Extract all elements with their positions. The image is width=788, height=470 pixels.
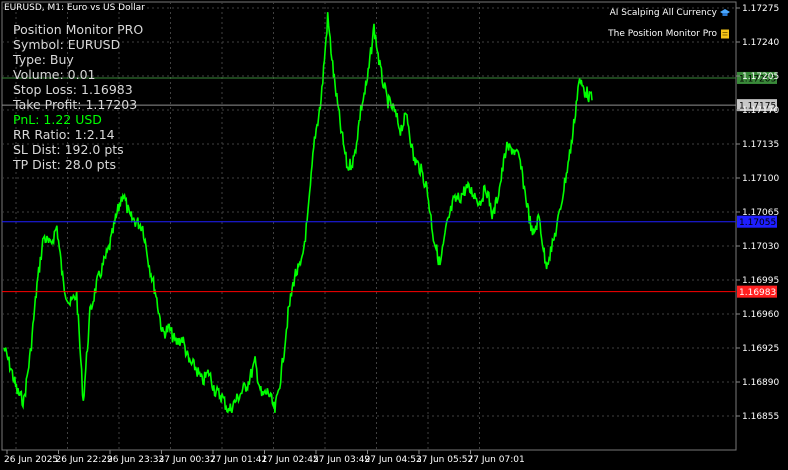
panel-title: Position Monitor PRO xyxy=(13,22,144,37)
y-tick-label: 1.17170 xyxy=(742,106,779,116)
panel-stop-loss: Stop Loss: 1.16983 xyxy=(13,82,133,97)
y-tick-label: 1.17100 xyxy=(742,174,779,184)
panel-tp-dist: TP Dist: 28.0 pts xyxy=(13,157,116,172)
panel-take-profit: Take Profit: 1.17203 xyxy=(13,97,138,112)
x-tick-label: 27 Jun 01:41 xyxy=(210,455,267,465)
y-tick-label: 1.16960 xyxy=(742,310,779,320)
x-tick-label: 27 Jun 07:01 xyxy=(468,455,525,465)
y-tick-label: 1.17135 xyxy=(742,140,779,150)
x-tick-label: 26 Jun 23:33 xyxy=(107,455,164,465)
panel-volume: Volume: 0.01 xyxy=(13,67,96,82)
x-tick-label: 27 Jun 02:45 xyxy=(262,455,319,465)
y-tick-label: 1.17240 xyxy=(742,38,779,48)
y-tick-label: 1.17030 xyxy=(742,242,779,252)
x-tick-label: 27 Jun 03:49 xyxy=(313,455,370,465)
panel-sl-dist: SL Dist: 192.0 pts xyxy=(13,142,124,157)
indicator-ai-scalping[interactable]: AI Scalping All Currency xyxy=(610,8,730,18)
y-tick-label: 1.16925 xyxy=(742,344,779,354)
y-tick-label: 1.16995 xyxy=(742,276,779,286)
graduation-cap-icon xyxy=(720,9,730,16)
y-tick-label: 1.17275 xyxy=(742,4,779,14)
panel-symbol: Symbol: EURUSD xyxy=(13,37,121,52)
panel-pnl: PnL: 1.22 USD xyxy=(13,112,102,127)
y-tick-label: 1.17065 xyxy=(742,208,779,218)
indicator-label: The Position Monitor Pro xyxy=(608,29,717,39)
x-tick-label: 26 Jun 2025 xyxy=(4,455,58,465)
blue-level-label: 1.17055 xyxy=(739,218,776,228)
x-tick-label: 27 Jun 00:37 xyxy=(159,455,216,465)
x-tick-label: 27 Jun 05:57 xyxy=(416,455,473,465)
note-icon xyxy=(721,29,729,39)
chart-header-title: EURUSD, M1: Euro vs US Dollar xyxy=(4,3,145,13)
y-tick-label: 1.16890 xyxy=(742,378,779,388)
y-tick-label: 1.17205 xyxy=(742,72,779,82)
position-monitor-panel: Position Monitor PRO Symbol: EURUSD Type… xyxy=(13,22,143,172)
x-tick-label: 26 Jun 22:29 xyxy=(56,455,113,465)
panel-type: Type: Buy xyxy=(13,52,74,67)
stop-loss-label: 1.16983 xyxy=(739,288,776,298)
y-tick-label: 1.16855 xyxy=(742,412,779,422)
panel-rr-ratio: RR Ratio: 1:2.14 xyxy=(13,127,115,142)
indicator-label: AI Scalping All Currency xyxy=(609,8,717,18)
x-tick-label: 27 Jun 04:53 xyxy=(365,455,422,465)
indicator-position-monitor[interactable]: The Position Monitor Pro xyxy=(608,29,730,39)
